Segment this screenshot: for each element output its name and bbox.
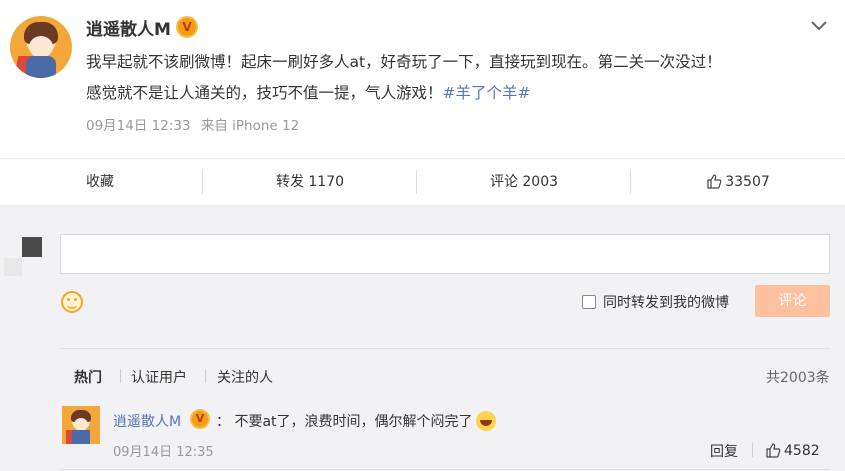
thumbs-up-icon [707, 174, 722, 189]
also-repost-label[interactable]: 同时转发到我的微博 [603, 292, 729, 312]
filter-following[interactable]: 关注的人 [217, 367, 273, 387]
comment-input[interactable] [60, 234, 830, 274]
action-divider [202, 170, 203, 194]
also-repost-checkbox[interactable] [582, 295, 596, 309]
filter-separator [120, 369, 121, 383]
chevron-down-icon[interactable] [809, 18, 829, 34]
divider [60, 469, 830, 470]
post-text: 我早起就不该刷微博！起床一刷好多人at，好奇玩了一下，直接玩到现在。第二关一次没… [86, 47, 826, 109]
post-date[interactable]: 09月14日 12:33 [86, 118, 191, 134]
comment-time: 09月14日 12:35 [113, 445, 214, 460]
like-button[interactable]: 33507 [638, 159, 838, 205]
reply-button[interactable]: 回复 [710, 441, 738, 461]
comment-button[interactable]: 评论 2003 [424, 159, 624, 205]
comment-avatar[interactable] [62, 406, 100, 444]
action-divider [416, 170, 417, 194]
avatar-placeholder [4, 258, 22, 276]
hashtag-link[interactable]: #羊了个羊# [443, 84, 531, 102]
post-text-line1: 我早起就不该刷微博！起床一刷好多人at，好奇玩了一下，直接玩到现在。第二关一次没… [86, 53, 722, 71]
verified-badge-icon: V [176, 16, 198, 38]
smiley-icon[interactable] [61, 291, 83, 313]
comment-text: ： 不要at了，浪费时间，偶尔解个闷完了 [216, 411, 496, 431]
action-divider [630, 170, 631, 194]
filter-hot[interactable]: 热门 [74, 367, 102, 387]
repost-button[interactable]: 转发 1170 [210, 159, 410, 205]
comment-section: 同时转发到我的微博 评论 热门 认证用户 关注的人 共2003条 逍遥散人M V… [0, 206, 845, 471]
divider [60, 348, 830, 349]
my-avatar [22, 237, 42, 257]
post-text-line2-body: 感觉就不是让人通关的，技巧不值一提，气人游戏！ [86, 84, 443, 102]
comment-body: 不要at了，浪费时间，偶尔解个闷完了 [234, 414, 473, 430]
action-bar: 收藏 转发 1170 评论 2003 33507 [0, 158, 845, 206]
verified-badge-icon: V [190, 409, 210, 429]
comment-total: 共2003条 [766, 370, 830, 386]
post-card: 逍遥散人M V 我早起就不该刷微博！起床一刷好多人at，好奇玩了一下，直接玩到现… [0, 0, 845, 158]
thumbs-up-icon [766, 443, 781, 458]
post-text-line2: 感觉就不是让人通关的，技巧不值一提，气人游戏！#羊了个羊# [86, 78, 826, 109]
comment-separator: ： [216, 414, 230, 430]
laughing-tears-icon [475, 411, 496, 431]
favorite-button[interactable]: 收藏 [0, 159, 200, 205]
post-source: 来自 iPhone 12 [200, 118, 300, 134]
submit-comment-button[interactable]: 评论 [755, 285, 830, 317]
author-name[interactable]: 逍遥散人M [86, 15, 171, 40]
author-avatar[interactable] [10, 16, 72, 78]
filter-separator [205, 369, 206, 383]
comment-username[interactable]: 逍遥散人M [113, 411, 181, 431]
post-meta: 09月14日 12:33 来自 iPhone 12 [86, 114, 305, 134]
comment-like-count: 4582 [784, 443, 820, 459]
filter-verified[interactable]: 认证用户 [131, 367, 187, 387]
comment-action-separator [752, 443, 753, 457]
comment-like-button[interactable]: 4582 [765, 442, 820, 459]
like-count: 33507 [725, 174, 770, 190]
